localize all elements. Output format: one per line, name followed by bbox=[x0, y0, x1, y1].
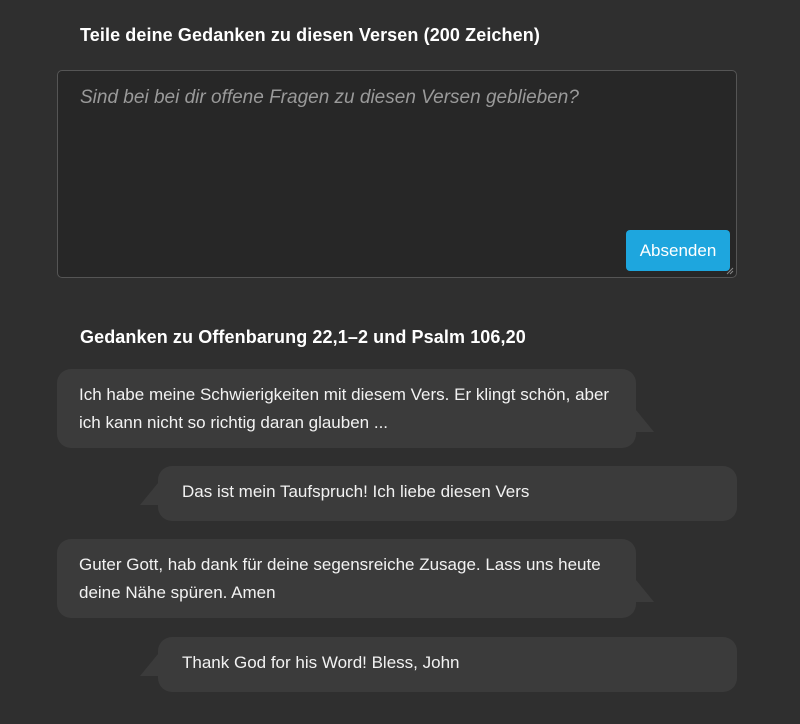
bubble-tail bbox=[636, 580, 654, 602]
thoughts-heading: Gedanken zu Offenbarung 22,1–2 und Psalm… bbox=[80, 327, 526, 347]
comment-bubble: Das ist mein Taufspruch! Ich liebe diese… bbox=[140, 466, 737, 521]
page: Teile deine Gedanken zu diesen Versen (2… bbox=[0, 0, 800, 724]
comment-text: Thank God for his Word! Bless, John bbox=[182, 653, 460, 672]
comment-bubble: Thank God for his Word! Bless, John bbox=[140, 637, 737, 692]
comment-bubble: Ich habe meine Schwierigkeiten mit diese… bbox=[57, 369, 654, 448]
bubble-tail bbox=[636, 410, 654, 432]
resize-handle-icon[interactable] bbox=[726, 267, 734, 275]
bubble-tail bbox=[140, 654, 158, 676]
comment-text: Ich habe meine Schwierigkeiten mit diese… bbox=[79, 385, 610, 432]
bubble-tail bbox=[140, 483, 158, 505]
comment-composer: Absenden bbox=[57, 70, 737, 278]
comment-bubble: Guter Gott, hab dank für deine segensrei… bbox=[57, 539, 654, 618]
comment-text: Guter Gott, hab dank für deine segensrei… bbox=[79, 555, 601, 602]
share-heading: Teile deine Gedanken zu diesen Versen (2… bbox=[80, 25, 540, 45]
send-button[interactable]: Absenden bbox=[626, 230, 730, 271]
comment-text: Das ist mein Taufspruch! Ich liebe diese… bbox=[182, 482, 530, 501]
